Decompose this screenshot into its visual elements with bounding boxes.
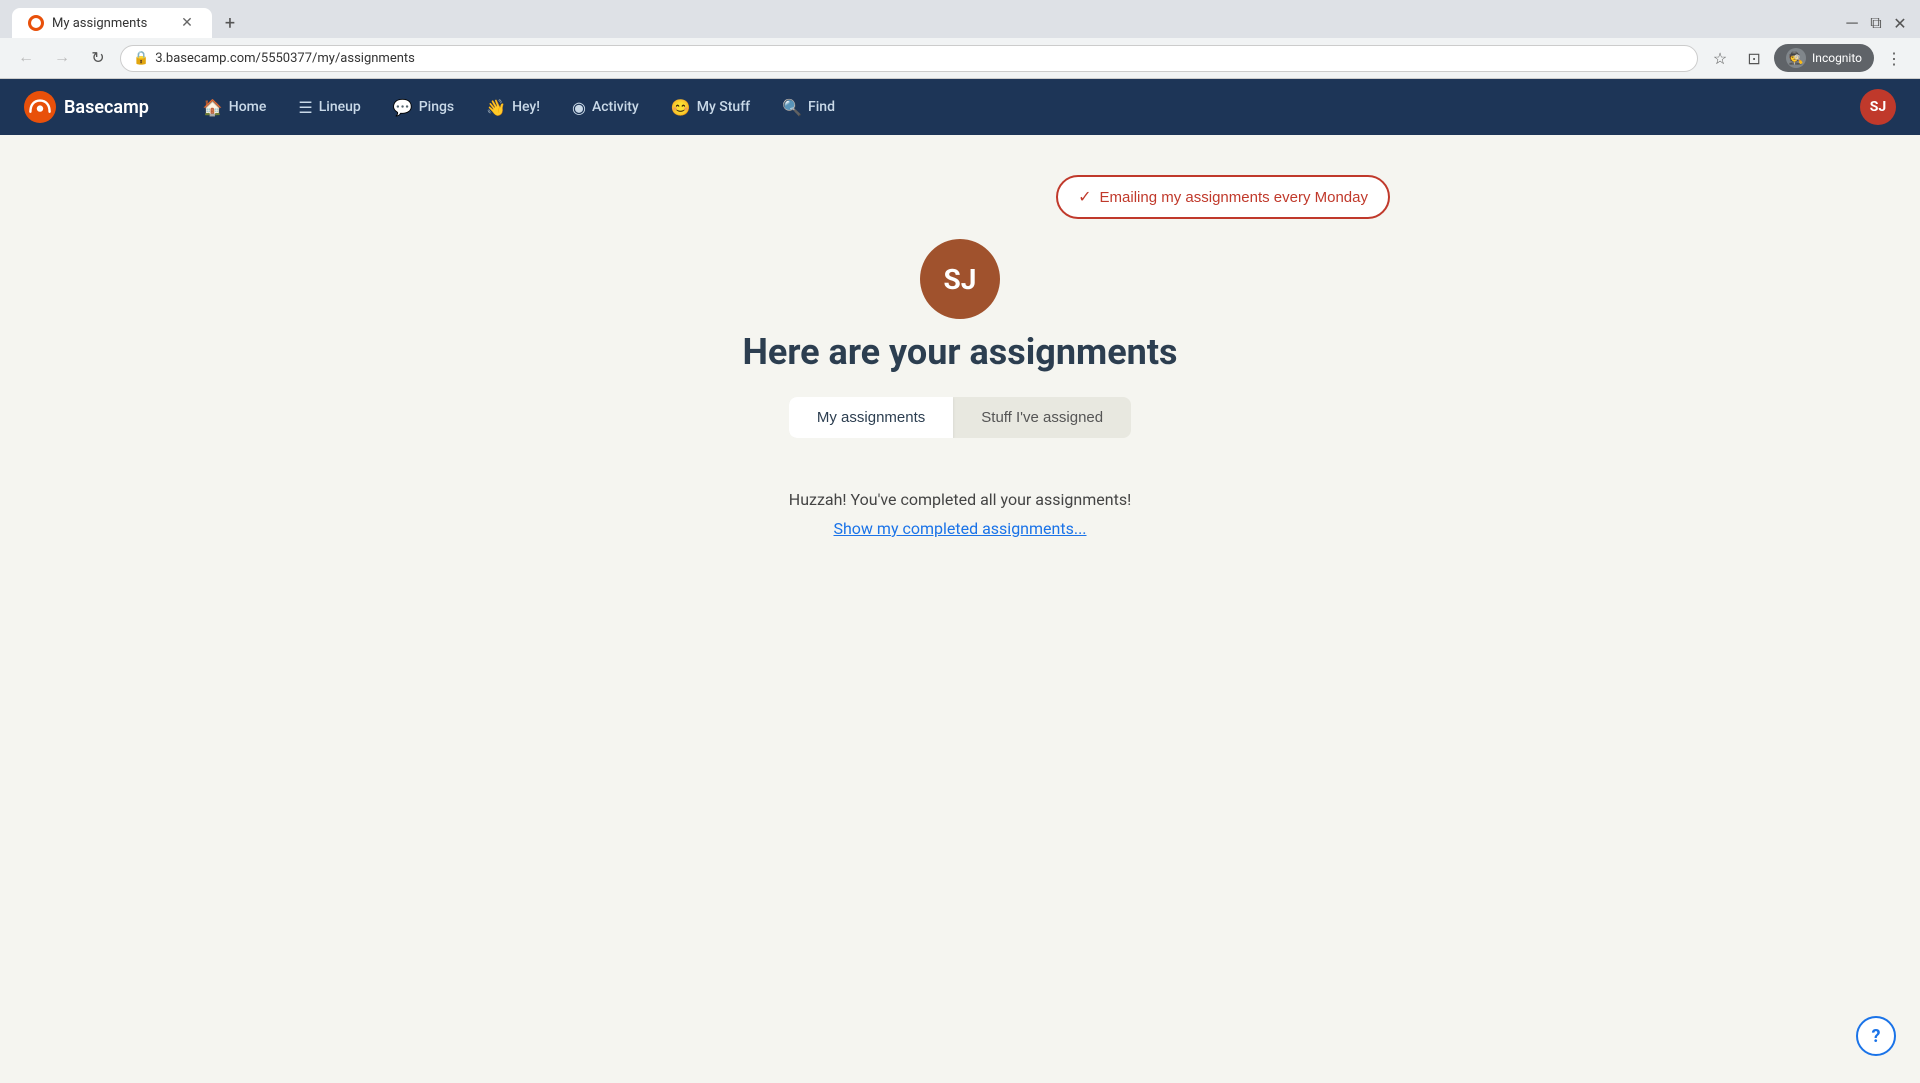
completed-message: Huzzah! You've completed all your assign… <box>550 490 1370 509</box>
nav-find-label: Find <box>808 99 835 115</box>
activity-icon: ◉ <box>572 98 586 117</box>
email-btn-wrapper: ✓ Emailing my assignments every Monday <box>530 175 1390 219</box>
browser-chrome: My assignments ✕ + ─ ⧉ ✕ ← → ↻ 🔒 3.basec… <box>0 0 1920 79</box>
nav-links: 🏠 Home ☰ Lineup 💬 Pings 👋 Hey! ◉ Activit… <box>189 90 1860 125</box>
nav-hey-label: Hey! <box>512 99 540 115</box>
tab-favicon <box>28 15 44 31</box>
back-button[interactable]: ← <box>12 44 40 72</box>
toolbar-actions: ☆ ⊡ 🕵 Incognito ⋮ <box>1706 44 1908 72</box>
nav-find[interactable]: 🔍 Find <box>768 90 849 125</box>
incognito-button[interactable]: 🕵 Incognito <box>1774 44 1874 72</box>
url-text: 3.basecamp.com/5550377/my/assignments <box>155 51 1685 66</box>
nav-mystuff-label: My Stuff <box>697 99 750 115</box>
incognito-label: Incognito <box>1812 51 1862 65</box>
nav-lineup[interactable]: ☰ Lineup <box>284 90 374 125</box>
split-view-button[interactable]: ⊡ <box>1740 44 1768 72</box>
show-completed-link[interactable]: Show my completed assignments... <box>833 519 1086 538</box>
lineup-icon: ☰ <box>298 98 312 117</box>
nav-hey[interactable]: 👋 Hey! <box>472 90 554 125</box>
email-assignments-button[interactable]: ✓ Emailing my assignments every Monday <box>1056 175 1390 219</box>
tab-my-assignments[interactable]: My assignments <box>789 397 953 438</box>
nav-home-label: Home <box>229 99 267 115</box>
checkmark-icon: ✓ <box>1078 187 1091 207</box>
page-title: Here are your assignments <box>742 331 1177 373</box>
maximize-button[interactable]: ⧉ <box>1868 15 1884 31</box>
user-avatar-large: SJ <box>920 239 1000 319</box>
new-tab-button[interactable]: + <box>216 9 244 37</box>
app-wrapper: Basecamp 🏠 Home ☰ Lineup 💬 Pings 👋 Hey! … <box>0 79 1920 1083</box>
reload-button[interactable]: ↻ <box>84 44 112 72</box>
nav-lineup-label: Lineup <box>319 99 361 115</box>
content-inner: ✓ Emailing my assignments every Monday S… <box>510 135 1410 598</box>
basecamp-logo <box>24 91 56 123</box>
assignments-content: Huzzah! You've completed all your assign… <box>530 470 1390 558</box>
browser-toolbar: ← → ↻ 🔒 3.basecamp.com/5550377/my/assign… <box>0 38 1920 79</box>
mystuff-icon: 😊 <box>671 98 691 117</box>
bookmark-button[interactable]: ☆ <box>1706 44 1734 72</box>
home-icon: 🏠 <box>203 98 223 117</box>
tab-stuff-ive-assigned[interactable]: Stuff I've assigned <box>953 397 1131 438</box>
nav-mystuff[interactable]: 😊 My Stuff <box>657 90 764 125</box>
help-button[interactable]: ? <box>1856 1016 1896 1056</box>
incognito-icon: 🕵 <box>1786 48 1806 68</box>
nav-activity[interactable]: ◉ Activity <box>558 90 653 125</box>
main-content: ✓ Emailing my assignments every Monday S… <box>0 135 1920 1083</box>
brand-link[interactable]: Basecamp <box>24 91 149 123</box>
brand-name: Basecamp <box>64 97 149 118</box>
tabs-container: My assignments Stuff I've assigned <box>530 397 1390 438</box>
nav-pings[interactable]: 💬 Pings <box>379 90 468 125</box>
more-button[interactable]: ⋮ <box>1880 44 1908 72</box>
nav-right: SJ <box>1860 89 1896 125</box>
email-assignments-label: Emailing my assignments every Monday <box>1100 189 1368 206</box>
nav-activity-label: Activity <box>592 99 639 115</box>
tab-title: My assignments <box>52 16 170 31</box>
close-window-button[interactable]: ✕ <box>1892 15 1908 31</box>
top-nav: Basecamp 🏠 Home ☰ Lineup 💬 Pings 👋 Hey! … <box>0 79 1920 135</box>
tabs: My assignments Stuff I've assigned <box>789 397 1131 438</box>
hey-icon: 👋 <box>486 98 506 117</box>
nav-home[interactable]: 🏠 Home <box>189 90 281 125</box>
user-avatar-nav[interactable]: SJ <box>1860 89 1896 125</box>
browser-tab[interactable]: My assignments ✕ <box>12 8 212 38</box>
address-bar[interactable]: 🔒 3.basecamp.com/5550377/my/assignments <box>120 45 1698 72</box>
minimize-button[interactable]: ─ <box>1844 15 1860 31</box>
browser-titlebar: My assignments ✕ + ─ ⧉ ✕ <box>0 0 1920 38</box>
window-controls: ─ ⧉ ✕ <box>1844 15 1908 31</box>
forward-button[interactable]: → <box>48 44 76 72</box>
lock-icon: 🔒 <box>133 51 149 66</box>
profile-section: SJ Here are your assignments <box>530 239 1390 373</box>
tab-close-button[interactable]: ✕ <box>178 14 196 32</box>
pings-icon: 💬 <box>393 98 413 117</box>
nav-pings-label: Pings <box>419 99 454 115</box>
find-icon: 🔍 <box>782 98 802 117</box>
